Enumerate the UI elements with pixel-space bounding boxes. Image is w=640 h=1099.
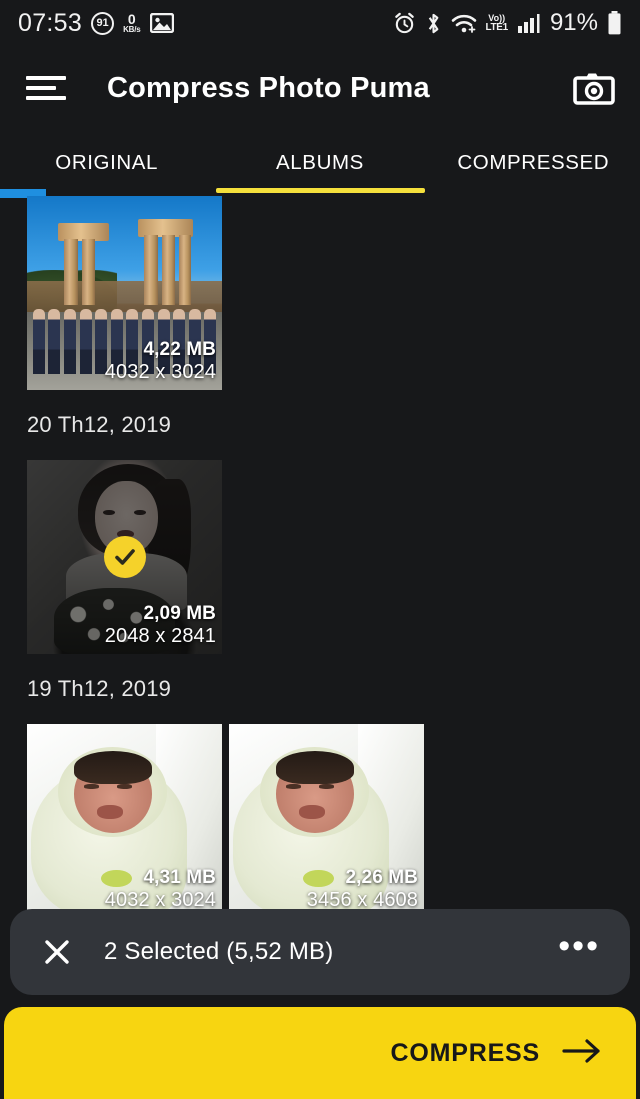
photo-labels: 2,26 MB 3456 x 4608 bbox=[307, 867, 418, 913]
hamburger-menu-icon[interactable] bbox=[26, 71, 68, 105]
photo-detail bbox=[81, 238, 96, 305]
tab-albums[interactable]: ALBUMS bbox=[213, 151, 426, 175]
photo-detail bbox=[161, 234, 176, 305]
photo-group: 20 Th12, 2019 2,09 MB 2048 x 2841 bbox=[0, 412, 640, 654]
tab-compressed[interactable]: COMPRESSED bbox=[427, 151, 640, 175]
close-icon[interactable] bbox=[40, 935, 74, 969]
app-bar: Compress Photo Puma bbox=[0, 46, 640, 130]
photo-thumbnail[interactable]: 4,22 MB 4032 x 3024 bbox=[27, 196, 222, 390]
battery-icon bbox=[607, 11, 622, 35]
photo-detail bbox=[299, 805, 325, 820]
photo-detail bbox=[318, 784, 335, 789]
alarm-icon bbox=[393, 12, 416, 35]
arrow-right-icon bbox=[562, 1037, 602, 1070]
bluetooth-icon bbox=[425, 12, 442, 35]
status-bar: 07:53 91 0 KB/s Vo)) LTE1 91% bbox=[0, 0, 640, 46]
hamburger-line bbox=[26, 76, 66, 80]
date-header: 19 Th12, 2019 bbox=[27, 676, 172, 701]
photo-thumbnail[interactable]: 2,09 MB 2048 x 2841 bbox=[27, 460, 222, 654]
status-time: 07:53 bbox=[18, 8, 83, 37]
photo-grid: 4,22 MB 4032 x 3024 bbox=[0, 196, 640, 390]
hamburger-line bbox=[26, 86, 56, 90]
network-speed-value: 0 bbox=[127, 11, 136, 27]
photo-size: 4,22 MB bbox=[143, 339, 216, 360]
photo-detail bbox=[97, 805, 123, 820]
photo-labels: 2,09 MB 2048 x 2841 bbox=[105, 603, 216, 649]
compress-button-label: COMPRESS bbox=[390, 1038, 540, 1067]
photo-detail bbox=[144, 234, 158, 305]
photo-thumbnail[interactable]: 4,31 MB 4032 x 3024 bbox=[27, 724, 222, 918]
app-screen: 07:53 91 0 KB/s Vo)) LTE1 91% Compress P… bbox=[0, 0, 640, 1099]
selection-bar: 2 Selected (5,52 MB) ••• bbox=[10, 909, 630, 995]
volte-label-bottom: LTE1 bbox=[485, 21, 508, 33]
photo-group: 4,22 MB 4032 x 3024 bbox=[0, 196, 640, 390]
photo-detail bbox=[103, 510, 115, 516]
volte-indicator: Vo)) LTE1 bbox=[485, 13, 508, 33]
tab-bar: ORIGINAL ALBUMS COMPRESSED bbox=[0, 130, 640, 196]
photo-detail bbox=[116, 784, 133, 789]
photo-group: 19 Th12, 2019 4,31 MB 4032 x 3024 2,26 M… bbox=[0, 676, 640, 918]
selected-check-badge[interactable] bbox=[103, 536, 146, 578]
photo-size: 2,26 MB bbox=[345, 867, 418, 888]
image-icon bbox=[149, 13, 174, 33]
photo-labels: 4,22 MB 4032 x 3024 bbox=[105, 339, 216, 385]
battery-percent: 91% bbox=[549, 9, 598, 36]
signal-bars-icon bbox=[517, 13, 541, 33]
camera-icon[interactable] bbox=[570, 67, 618, 109]
selection-count-label: 2 Selected (5,52 MB) bbox=[104, 938, 334, 965]
status-bar-right: Vo)) LTE1 91% bbox=[393, 9, 622, 37]
network-speed-unit: KB/s bbox=[123, 25, 141, 34]
network-speed-indicator: 0 KB/s bbox=[123, 11, 141, 34]
photo-dimensions: 2048 x 2841 bbox=[104, 625, 216, 648]
tab-active-indicator bbox=[216, 188, 425, 193]
compress-button[interactable]: COMPRESS bbox=[4, 1007, 636, 1099]
photo-detail bbox=[179, 234, 191, 305]
photo-grid: 4,31 MB 4032 x 3024 2,26 MB 3456 x 4608 bbox=[0, 724, 640, 918]
photo-grid: 2,09 MB 2048 x 2841 bbox=[0, 460, 640, 654]
photo-detail bbox=[275, 751, 354, 785]
photo-dimensions: 4032 x 3024 bbox=[104, 361, 216, 384]
photo-labels: 4,31 MB 4032 x 3024 bbox=[105, 867, 216, 913]
photo-detail bbox=[73, 751, 152, 785]
wifi-icon bbox=[451, 13, 477, 34]
tab-original[interactable]: ORIGINAL bbox=[0, 151, 213, 175]
photo-detail bbox=[83, 784, 100, 789]
photo-thumbnail[interactable]: 2,26 MB 3456 x 4608 bbox=[229, 724, 424, 918]
photo-size: 4,31 MB bbox=[143, 867, 216, 888]
status-bar-left: 07:53 91 0 KB/s bbox=[18, 9, 174, 38]
hamburger-line bbox=[26, 96, 66, 100]
date-header: 20 Th12, 2019 bbox=[27, 412, 172, 437]
notification-count-badge: 91 bbox=[91, 11, 115, 35]
photo-detail bbox=[64, 238, 78, 305]
more-options-icon[interactable]: ••• bbox=[558, 929, 600, 964]
photo-detail bbox=[285, 784, 302, 789]
page-title: Compress Photo Puma bbox=[107, 71, 430, 104]
photo-size: 2,09 MB bbox=[143, 603, 216, 624]
